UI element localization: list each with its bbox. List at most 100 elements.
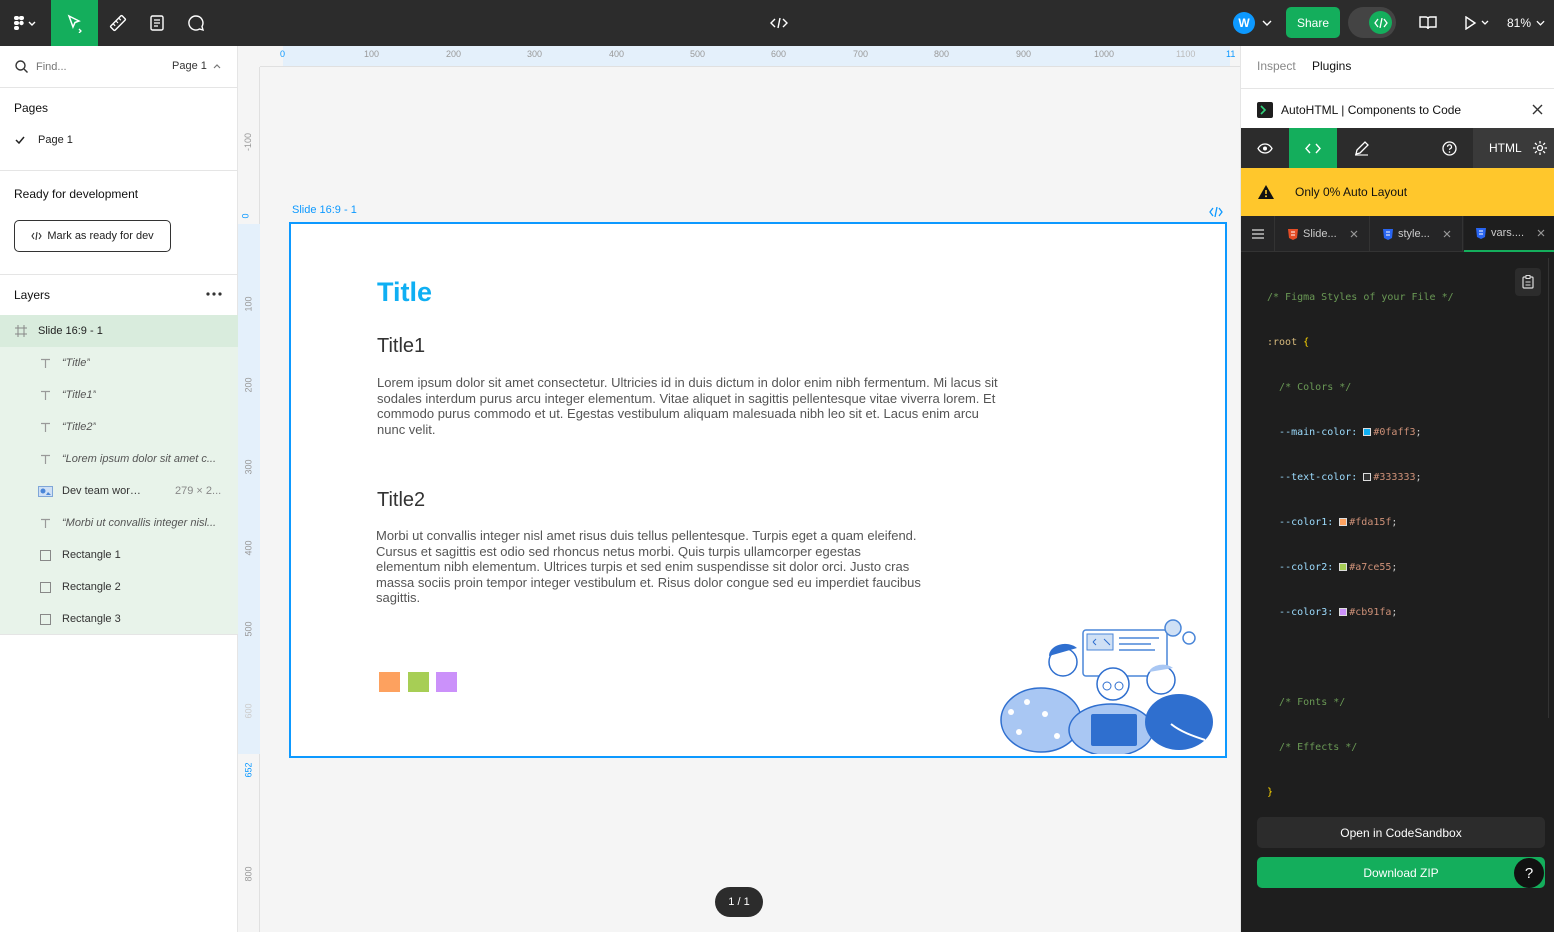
layers-title: Layers	[14, 288, 51, 302]
slide-frame[interactable]: Title Title1 Lorem ipsum dolor sit amet …	[289, 222, 1227, 758]
layer-image-dev-team[interactable]: Dev team working ... 279 × 2...	[0, 475, 238, 507]
page-selector[interactable]: Page 1	[172, 60, 221, 72]
code-line: /* Figma Styles of your File */	[1267, 290, 1454, 305]
tab-inspect[interactable]: Inspect	[1257, 59, 1296, 73]
open-codesandbox-button[interactable]: Open in CodeSandbox	[1257, 817, 1545, 848]
mark-ready-label: Mark as ready for dev	[47, 230, 154, 242]
frame-icon	[15, 325, 27, 337]
color-swatch	[1339, 518, 1348, 526]
layer-name: Rectangle 3	[62, 613, 121, 625]
file-tab-html[interactable]: Slide...	[1276, 216, 1370, 252]
avatar-menu-button[interactable]	[1259, 0, 1275, 46]
frame-code-button[interactable]	[1209, 204, 1223, 222]
code-comment: /* Figma Styles of your File */	[1267, 292, 1454, 303]
slide-heading-1[interactable]: Title1	[377, 335, 425, 358]
close-plugin-button[interactable]	[1529, 101, 1545, 117]
layer-text-title2[interactable]: “Title2”	[0, 411, 238, 443]
code-icon	[31, 232, 42, 240]
code-scrollbar[interactable]	[1548, 258, 1554, 718]
code-var-value: #0faff3	[1373, 427, 1416, 438]
page-selector-label: Page 1	[172, 60, 207, 72]
code-line: --color3: #cb91fa;	[1279, 607, 1398, 618]
frame-label[interactable]: Slide 16:9 - 1	[292, 204, 357, 216]
comment-tool-button[interactable]	[178, 0, 214, 46]
tab-plugins[interactable]: Plugins	[1312, 59, 1351, 73]
ruler-label: 300	[243, 459, 254, 475]
move-tool-button[interactable]	[51, 0, 98, 46]
code-line: --color2: #a7ce55;	[1279, 562, 1398, 573]
file-tabs: Slide... style... vars....	[1241, 216, 1554, 252]
zoom-menu[interactable]: 81%	[1507, 0, 1545, 46]
ruler-label: 0	[240, 213, 251, 219]
dev-team-illustration[interactable]	[999, 614, 1221, 754]
file-tabs-menu-button[interactable]	[1241, 216, 1275, 252]
page-item-label: Page 1	[38, 134, 73, 146]
pages-title: Pages	[14, 101, 49, 115]
page-counter[interactable]: 1 / 1	[715, 887, 763, 917]
vertical-ruler: -100 0 100 200 300 400 500 600 652 800	[238, 67, 260, 932]
slide-heading-2[interactable]: Title2	[377, 489, 425, 512]
layer-name: “Title2”	[62, 421, 97, 433]
close-icon	[1532, 104, 1542, 114]
ruler-label: 600	[243, 703, 254, 719]
mark-ready-button[interactable]: Mark as ready for dev	[14, 220, 171, 252]
copy-code-button[interactable]	[1515, 268, 1541, 296]
zoom-level: 81%	[1507, 16, 1532, 30]
ruler-label: 800	[243, 866, 254, 882]
page-item-page-1[interactable]: Page 1	[0, 128, 238, 152]
close-icon[interactable]	[1537, 229, 1545, 237]
close-icon[interactable]	[1350, 230, 1358, 238]
rectangle-icon	[36, 613, 54, 625]
share-button[interactable]: Share	[1286, 7, 1340, 38]
format-selector[interactable]: HTML	[1473, 128, 1554, 168]
slide-title[interactable]: Title	[377, 277, 432, 308]
rectangle-1[interactable]	[379, 672, 400, 692]
layer-text-morbi[interactable]: “Morbi ut convallis integer nisl...	[0, 507, 238, 539]
code-var-value: #a7ce55	[1349, 562, 1392, 573]
chevron-down-icon	[1262, 20, 1272, 26]
preview-button[interactable]	[1241, 128, 1289, 168]
document-icon	[150, 15, 164, 31]
rectangle-3[interactable]	[436, 672, 457, 692]
check-icon	[15, 136, 25, 144]
code-editor[interactable]: /* Figma Styles of your File */ :root { …	[1267, 260, 1454, 830]
edit-button[interactable]	[1337, 128, 1385, 168]
code-icon	[1305, 143, 1321, 153]
text-icon	[36, 390, 54, 401]
rectangle-icon	[36, 581, 54, 593]
slide-paragraph-2[interactable]: Morbi ut convallis integer nisl amet ris…	[376, 528, 924, 606]
ruler-label: 600	[771, 49, 787, 59]
cursor-icon	[67, 14, 82, 33]
layer-rectangle-1[interactable]: Rectangle 1	[0, 539, 238, 571]
layer-name: “Title1”	[62, 389, 97, 401]
help-button[interactable]	[1425, 128, 1473, 168]
color-swatch	[1363, 428, 1372, 436]
download-zip-button[interactable]: Download ZIP	[1257, 857, 1545, 888]
file-tab-styles[interactable]: style...	[1371, 216, 1463, 252]
slide-paragraph-1[interactable]: Lorem ipsum dolor sit amet consectetur. …	[377, 375, 1002, 437]
layer-rectangle-3[interactable]: Rectangle 3	[0, 603, 238, 635]
user-avatar[interactable]: W	[1233, 12, 1255, 34]
text-icon	[36, 518, 54, 529]
annotate-tool-button[interactable]	[139, 0, 175, 46]
menu-icon	[1251, 229, 1264, 239]
rectangle-2[interactable]	[408, 672, 429, 692]
code-view-button[interactable]	[1289, 128, 1337, 168]
figma-logo-icon	[14, 16, 36, 30]
layer-text-title[interactable]: “Title”	[0, 347, 238, 379]
layers-more-button[interactable]	[204, 286, 224, 302]
dev-mode-toggle[interactable]	[1348, 7, 1396, 38]
layer-text-title1[interactable]: “Title1”	[0, 379, 238, 411]
help-bubble-button[interactable]: ?	[1514, 858, 1544, 888]
layer-text-lorem[interactable]: “Lorem ipsum dolor sit amet c...	[0, 443, 238, 475]
library-button[interactable]	[1414, 0, 1442, 46]
close-icon[interactable]	[1443, 230, 1451, 238]
present-button[interactable]	[1459, 0, 1495, 46]
file-tab-vars[interactable]: vars....	[1464, 216, 1554, 252]
layer-rectangle-2[interactable]: Rectangle 2	[0, 571, 238, 603]
main-menu-button[interactable]	[0, 0, 50, 46]
search-input[interactable]	[36, 58, 146, 76]
layer-slide-frame[interactable]: Slide 16:9 - 1	[0, 315, 238, 347]
ruler-label: 400	[609, 49, 625, 59]
measure-tool-button[interactable]	[100, 0, 136, 46]
